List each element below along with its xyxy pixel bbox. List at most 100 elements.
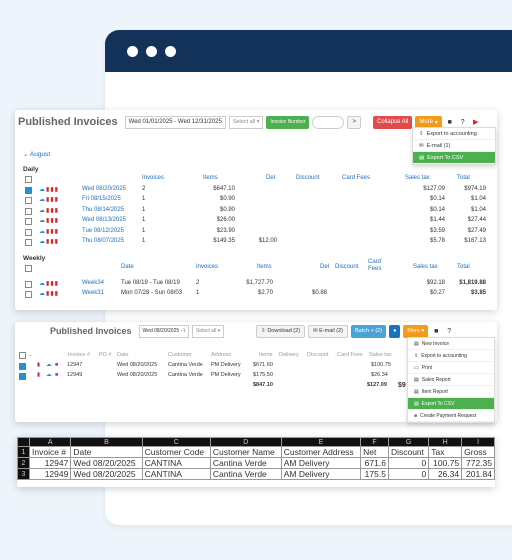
sheet-cell[interactable]: AM Delivery bbox=[280, 468, 362, 480]
collapse-all-button[interactable]: Collapse All bbox=[372, 115, 413, 129]
sheet-cell[interactable]: Customer Name bbox=[209, 446, 282, 458]
book-icon[interactable]: ■ bbox=[431, 328, 441, 335]
sheet-cell[interactable]: Cantina Verde bbox=[209, 468, 282, 480]
row-checkbox[interactable] bbox=[25, 186, 32, 194]
pdf-icon[interactable]: ▮ bbox=[50, 228, 53, 235]
pdf-icon[interactable]: ▮ bbox=[50, 280, 53, 287]
row-date-link[interactable]: Thu 08/14/2025 bbox=[82, 207, 124, 213]
pdf-icon[interactable]: ▮ bbox=[50, 196, 53, 203]
column-letter[interactable]: E bbox=[280, 437, 362, 447]
pdf-icon[interactable]: ▮ bbox=[55, 280, 58, 287]
cloud-icon[interactable]: ☁ bbox=[39, 217, 45, 224]
menu-item-new-invoice[interactable]: ▤ New Invoice bbox=[408, 338, 494, 350]
cloud-icon[interactable]: ☁ bbox=[39, 207, 45, 214]
chevron-down-icon[interactable]: ⌄ bbox=[28, 352, 33, 358]
sheet-cell[interactable]: Invoice # bbox=[28, 446, 72, 458]
pdf-icon[interactable]: ▮ bbox=[46, 186, 49, 193]
pdf-icon[interactable]: ▮ bbox=[37, 362, 40, 368]
sheet-cell[interactable]: Gross bbox=[461, 446, 495, 458]
cloud-icon[interactable]: ☁ bbox=[39, 228, 45, 235]
cloud-icon[interactable]: ☁ bbox=[39, 290, 45, 297]
date-range-input[interactable]: Wed 01/01/2025 - Wed 12/31/2025 bbox=[124, 115, 226, 129]
row-checkbox[interactable] bbox=[19, 363, 26, 370]
sheet-cell[interactable]: 12947 bbox=[28, 457, 72, 469]
menu-item-email[interactable]: ✉ E-mail (1) bbox=[413, 140, 495, 152]
row-checkbox[interactable] bbox=[25, 291, 32, 298]
sheet-cell[interactable]: 671.6 bbox=[360, 457, 389, 469]
pdf-icon[interactable]: ▮ bbox=[50, 207, 53, 214]
help-icon[interactable]: ? bbox=[444, 328, 454, 335]
select-all-checkbox[interactable] bbox=[19, 352, 26, 359]
sheet-cell[interactable]: Date bbox=[70, 446, 143, 458]
pdf-icon[interactable]: ▮ bbox=[50, 186, 53, 193]
sheet-cell[interactable]: AM Delivery bbox=[280, 457, 362, 469]
book-icon[interactable]: ■ bbox=[445, 119, 455, 126]
sheet-cell[interactable]: Wed 08/20/2025 bbox=[70, 468, 143, 480]
row-number[interactable]: 2 bbox=[17, 457, 30, 469]
column-letter[interactable]: G bbox=[387, 437, 430, 447]
batch-button[interactable]: Batch + (2) bbox=[351, 324, 387, 338]
menu-item-print[interactable]: ▭ Print bbox=[408, 362, 494, 374]
pdf-icon[interactable]: ▮ bbox=[46, 207, 49, 214]
pdf-icon[interactable]: ▮ bbox=[46, 238, 49, 245]
sheet-cell[interactable]: Discount bbox=[387, 446, 430, 458]
sheet-cell[interactable]: Customer Code bbox=[141, 446, 211, 458]
menu-item-export-accounting[interactable]: ⇪ Export to accounting bbox=[413, 128, 495, 140]
menu-item-create-payment-request[interactable]: ■ Create Payment Request bbox=[408, 410, 494, 422]
sheet-cell[interactable]: Customer Address bbox=[280, 446, 362, 458]
column-letter[interactable]: A bbox=[28, 437, 72, 447]
select-all-dropdown[interactable]: Select all ▾ bbox=[228, 115, 264, 129]
row-date-link[interactable]: Tue 08/12/2025 bbox=[82, 228, 124, 234]
cloud-icon[interactable]: ☁ bbox=[39, 196, 45, 203]
pdf-icon[interactable]: ▮ bbox=[55, 196, 58, 203]
menu-item-item-report[interactable]: ▤ Item Report bbox=[408, 386, 494, 398]
row-checkbox[interactable] bbox=[25, 280, 32, 288]
pdf-icon[interactable]: ▮ bbox=[37, 372, 40, 378]
column-letter[interactable]: B bbox=[70, 437, 143, 447]
column-letter[interactable]: C bbox=[141, 437, 211, 447]
select-all-checkbox[interactable] bbox=[25, 264, 32, 272]
menu-item-export-accounting[interactable]: ⇪ Export to accounting bbox=[408, 350, 494, 362]
row-number[interactable]: 3 bbox=[17, 468, 30, 480]
pdf-icon[interactable]: ▮ bbox=[50, 238, 53, 245]
sheet-cell[interactable]: 772.35 bbox=[461, 457, 495, 469]
select-all-checkbox[interactable] bbox=[25, 176, 32, 183]
sheet-cell[interactable]: 201.84 bbox=[461, 468, 495, 480]
sheet-cell[interactable]: 26.34 bbox=[428, 468, 463, 480]
column-letter[interactable]: F bbox=[360, 437, 389, 447]
pdf-icon[interactable]: ▮ bbox=[46, 196, 49, 203]
row-week-link[interactable]: Week34 bbox=[82, 280, 104, 286]
row-checkbox[interactable] bbox=[25, 239, 32, 246]
column-letter[interactable]: I bbox=[461, 437, 495, 447]
cloud-icon[interactable]: ☁ bbox=[39, 238, 45, 245]
pdf-icon[interactable]: ▮ bbox=[55, 217, 58, 224]
pdf-icon[interactable]: ▮ bbox=[46, 290, 49, 297]
cloud-icon[interactable]: ☁ bbox=[46, 362, 52, 368]
pdf-icon[interactable]: ▮ bbox=[46, 228, 49, 235]
sheet-cell[interactable]: 0 bbox=[387, 468, 430, 480]
sheet-cell[interactable]: Tax bbox=[428, 446, 463, 458]
pdf-icon[interactable]: ▮ bbox=[50, 217, 53, 224]
menu-item-export-csv[interactable]: ▤ Export To CSV bbox=[413, 152, 495, 164]
sheet-cell[interactable]: 175.5 bbox=[360, 468, 389, 480]
row-date-link[interactable]: Fri 08/15/2025 bbox=[82, 196, 121, 202]
youtube-icon[interactable]: ▶ bbox=[471, 118, 481, 126]
cloud-icon[interactable]: ☁ bbox=[46, 372, 52, 378]
sheet-cell[interactable]: 12949 bbox=[28, 468, 72, 480]
pdf-icon[interactable]: ▮ bbox=[55, 228, 58, 235]
payment-icon[interactable]: ■ bbox=[55, 362, 58, 368]
row-invoice-number[interactable]: 12947 bbox=[67, 362, 82, 368]
sheet-cell[interactable]: CANTINA bbox=[141, 457, 211, 469]
email-button[interactable]: ✉ E-mail (2) bbox=[308, 324, 349, 338]
pdf-icon[interactable]: ▮ bbox=[46, 280, 49, 287]
sheet-cell[interactable]: Net bbox=[360, 446, 389, 458]
next-button[interactable]: > bbox=[347, 115, 361, 129]
cloud-icon[interactable]: ☁ bbox=[39, 186, 45, 193]
pdf-icon[interactable]: ▮ bbox=[55, 238, 58, 245]
view-button[interactable]: ● bbox=[389, 324, 401, 338]
row-number[interactable]: 1 bbox=[17, 446, 30, 458]
help-icon[interactable]: ? bbox=[458, 119, 468, 126]
row-checkbox[interactable] bbox=[25, 207, 32, 215]
payment-icon[interactable]: ■ bbox=[55, 372, 58, 378]
sheet-cell[interactable]: CANTINA bbox=[141, 468, 211, 480]
